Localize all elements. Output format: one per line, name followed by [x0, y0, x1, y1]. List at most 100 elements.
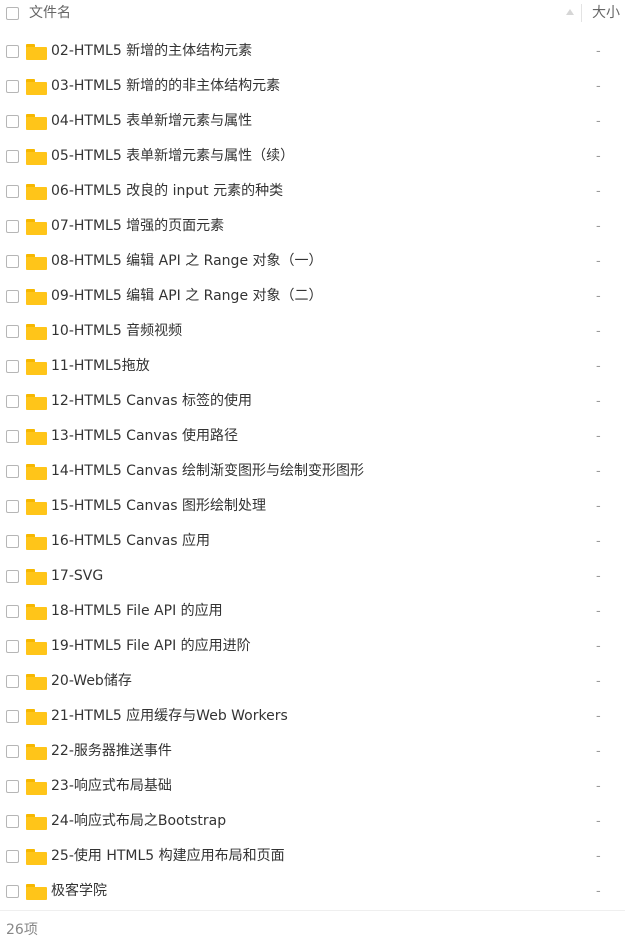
row-checkbox[interactable] [6, 185, 19, 198]
column-divider[interactable] [581, 4, 582, 22]
row-checkbox[interactable] [6, 535, 19, 548]
row-checkbox[interactable] [6, 745, 19, 758]
file-row[interactable]: 21-HTML5 应用缓存与Web Workers - [0, 699, 625, 734]
file-row[interactable]: 11-HTML5拖放 - [0, 349, 625, 384]
row-checkbox[interactable] [6, 45, 19, 58]
row-checkbox[interactable] [6, 815, 19, 828]
file-row[interactable]: 23-响应式布局基础 - [0, 769, 625, 804]
file-size: - [596, 114, 601, 129]
row-checkbox[interactable] [6, 885, 19, 898]
item-count: 26项 [6, 922, 38, 938]
row-checkbox[interactable] [6, 605, 19, 618]
file-name-link[interactable]: 04-HTML5 表单新增元素与属性 [51, 112, 252, 131]
sort-arrow-up-icon[interactable] [566, 9, 574, 15]
folder-icon [26, 849, 47, 865]
file-size: - [596, 184, 601, 199]
folder-icon [26, 639, 47, 655]
file-row[interactable]: 08-HTML5 编辑 API 之 Range 对象（一） - [0, 244, 625, 279]
file-row[interactable]: 22-服务器推送事件 - [0, 734, 625, 769]
file-row[interactable]: 10-HTML5 音频视频 - [0, 314, 625, 349]
file-name-link[interactable]: 09-HTML5 编辑 API 之 Range 对象（二） [51, 287, 323, 306]
file-row[interactable]: 09-HTML5 编辑 API 之 Range 对象（二） - [0, 279, 625, 314]
file-size: - [596, 814, 601, 829]
row-checkbox[interactable] [6, 640, 19, 653]
file-row[interactable]: 19-HTML5 File API 的应用进阶 - [0, 629, 625, 664]
row-checkbox[interactable] [6, 360, 19, 373]
file-name-link[interactable]: 16-HTML5 Canvas 应用 [51, 532, 210, 551]
file-row[interactable]: 18-HTML5 File API 的应用 - [0, 594, 625, 629]
folder-icon [26, 534, 47, 550]
file-name-link[interactable]: 19-HTML5 File API 的应用进阶 [51, 637, 251, 656]
folder-icon [26, 184, 47, 200]
file-name-link[interactable]: 08-HTML5 编辑 API 之 Range 对象（一） [51, 252, 323, 271]
column-header-name[interactable]: 文件名 [29, 4, 71, 22]
file-row[interactable]: 25-使用 HTML5 构建应用布局和页面 - [0, 839, 625, 874]
file-name-link[interactable]: 极客学院 [51, 882, 107, 901]
file-name-link[interactable]: 15-HTML5 Canvas 图形绘制处理 [51, 497, 266, 516]
file-name-link[interactable]: 22-服务器推送事件 [51, 742, 172, 761]
file-row[interactable]: 12-HTML5 Canvas 标签的使用 - [0, 384, 625, 419]
file-name-link[interactable]: 13-HTML5 Canvas 使用路径 [51, 427, 238, 446]
row-checkbox[interactable] [6, 395, 19, 408]
file-name-link[interactable]: 20-Web储存 [51, 672, 132, 691]
row-checkbox[interactable] [6, 850, 19, 863]
file-row[interactable]: 02-HTML5 新增的主体结构元素 - [0, 34, 625, 69]
row-checkbox[interactable] [6, 290, 19, 303]
folder-icon [26, 429, 47, 445]
file-size: - [596, 534, 601, 549]
file-row[interactable]: 04-HTML5 表单新增元素与属性 - [0, 104, 625, 139]
file-row[interactable]: 极客学院 - [0, 874, 625, 909]
file-name-link[interactable]: 25-使用 HTML5 构建应用布局和页面 [51, 847, 285, 866]
file-row[interactable]: 20-Web储存 - [0, 664, 625, 699]
file-name-link[interactable]: 21-HTML5 应用缓存与Web Workers [51, 707, 288, 726]
file-name-link[interactable]: 05-HTML5 表单新增元素与属性（续） [51, 147, 294, 166]
file-row[interactable]: 24-响应式布局之Bootstrap - [0, 804, 625, 839]
row-checkbox[interactable] [6, 780, 19, 793]
file-name-link[interactable]: 03-HTML5 新增的的非主体结构元素 [51, 77, 280, 96]
row-checkbox[interactable] [6, 115, 19, 128]
row-checkbox[interactable] [6, 465, 19, 478]
column-header-size[interactable]: 大小 [592, 4, 620, 22]
row-checkbox[interactable] [6, 255, 19, 268]
file-name-link[interactable]: 10-HTML5 音频视频 [51, 322, 182, 341]
folder-icon [26, 884, 47, 900]
list-header: 文件名 大小 [0, 0, 625, 28]
file-size: - [596, 639, 601, 654]
file-name-link[interactable]: 18-HTML5 File API 的应用 [51, 602, 223, 621]
file-name-link[interactable]: 17-SVG [51, 567, 103, 586]
row-checkbox[interactable] [6, 430, 19, 443]
file-row[interactable]: 06-HTML5 改良的 input 元素的种类 - [0, 174, 625, 209]
row-checkbox[interactable] [6, 500, 19, 513]
folder-icon [26, 674, 47, 690]
row-checkbox[interactable] [6, 150, 19, 163]
folder-icon [26, 394, 47, 410]
row-checkbox[interactable] [6, 710, 19, 723]
folder-icon [26, 499, 47, 515]
file-row[interactable]: 13-HTML5 Canvas 使用路径 - [0, 419, 625, 454]
folder-icon [26, 744, 47, 760]
file-name-link[interactable]: 12-HTML5 Canvas 标签的使用 [51, 392, 252, 411]
file-row[interactable]: 03-HTML5 新增的的非主体结构元素 - [0, 69, 625, 104]
file-name-link[interactable]: 07-HTML5 增强的页面元素 [51, 217, 224, 236]
file-size: - [596, 359, 601, 374]
row-checkbox[interactable] [6, 220, 19, 233]
file-name-link[interactable]: 23-响应式布局基础 [51, 777, 172, 796]
row-checkbox[interactable] [6, 570, 19, 583]
file-row[interactable]: 07-HTML5 增强的页面元素 - [0, 209, 625, 244]
file-name-link[interactable]: 06-HTML5 改良的 input 元素的种类 [51, 182, 283, 201]
folder-icon [26, 149, 47, 165]
file-row[interactable]: 15-HTML5 Canvas 图形绘制处理 - [0, 489, 625, 524]
file-row[interactable]: 17-SVG - [0, 559, 625, 594]
row-checkbox[interactable] [6, 325, 19, 338]
file-name-link[interactable]: 24-响应式布局之Bootstrap [51, 812, 226, 831]
row-checkbox[interactable] [6, 675, 19, 688]
select-all-checkbox[interactable] [6, 7, 19, 20]
folder-icon [26, 44, 47, 60]
file-row[interactable]: 14-HTML5 Canvas 绘制渐变图形与绘制变形图形 - [0, 454, 625, 489]
file-name-link[interactable]: 02-HTML5 新增的主体结构元素 [51, 42, 252, 61]
file-name-link[interactable]: 11-HTML5拖放 [51, 357, 150, 376]
file-row[interactable]: 16-HTML5 Canvas 应用 - [0, 524, 625, 559]
file-row[interactable]: 05-HTML5 表单新增元素与属性（续） - [0, 139, 625, 174]
file-name-link[interactable]: 14-HTML5 Canvas 绘制渐变图形与绘制变形图形 [51, 462, 364, 481]
row-checkbox[interactable] [6, 80, 19, 93]
